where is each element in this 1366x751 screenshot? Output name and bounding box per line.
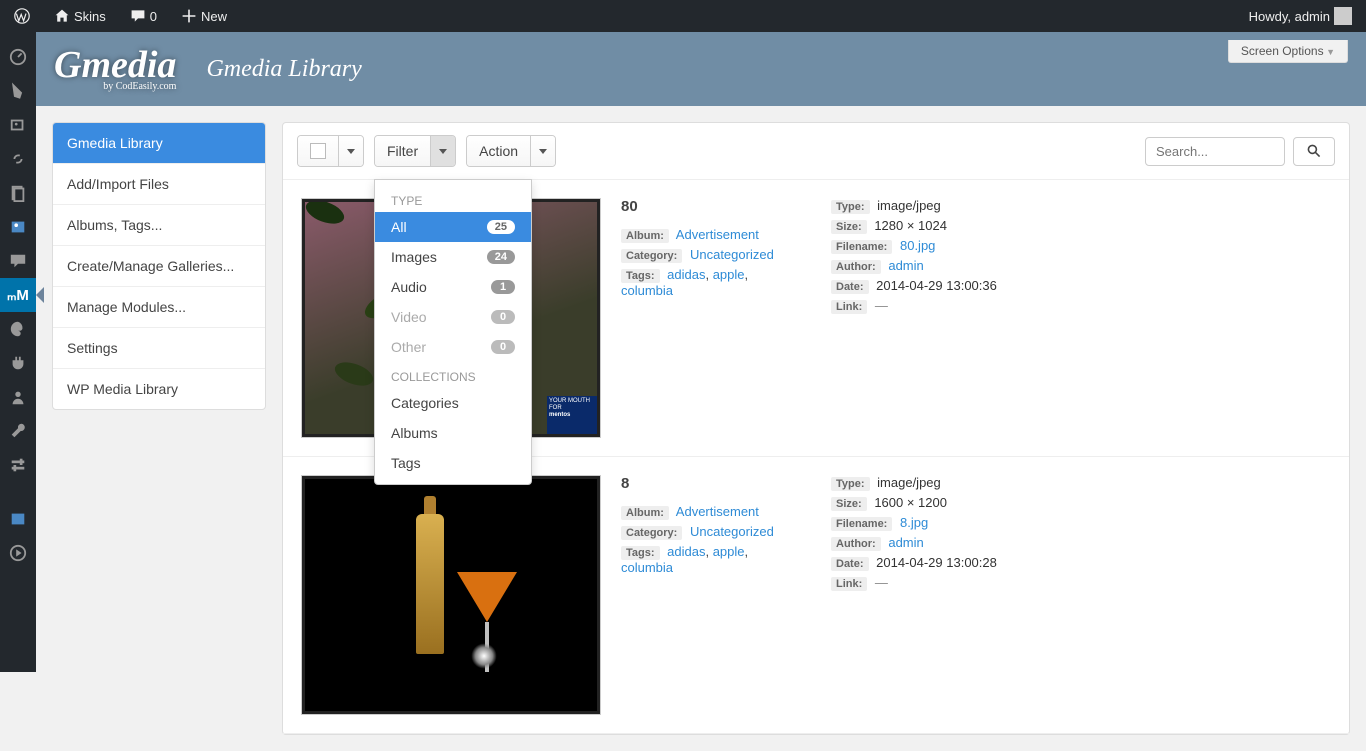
filter-type-header: TYPE — [375, 186, 531, 212]
menu-extra-gallery[interactable] — [0, 502, 36, 536]
menu-extra-play[interactable] — [0, 536, 36, 570]
wp-logo[interactable] — [8, 8, 36, 24]
filter-type-video[interactable]: Video0 — [375, 302, 531, 332]
menu-media[interactable] — [0, 108, 36, 142]
filter-type-images[interactable]: Images24 — [375, 242, 531, 272]
avatar — [1334, 7, 1352, 25]
item-tag-link[interactable]: adidas — [667, 267, 705, 282]
menu-gmedia[interactable]: ₘM — [0, 278, 36, 312]
site-name[interactable]: Skins — [48, 8, 112, 24]
item-title: 8 — [621, 475, 801, 492]
search-input[interactable] — [1145, 137, 1285, 166]
sidenav-settings[interactable]: Settings — [53, 328, 265, 369]
menu-dashboard[interactable] — [0, 40, 36, 74]
item-category-link[interactable]: Uncategorized — [690, 247, 774, 262]
menu-gallery[interactable] — [0, 210, 36, 244]
page-title: Gmedia Library — [206, 56, 361, 83]
screen-options-toggle[interactable]: Screen Options — [1228, 40, 1348, 63]
filter-collections-header: COLLECTIONS — [375, 362, 531, 388]
gmedia-header: Gmedia by CodEasily.com Gmedia Library S… — [36, 32, 1366, 106]
item-title: 80 — [621, 198, 801, 215]
admin-menu: ₘM — [0, 32, 36, 672]
item-author-link[interactable]: admin — [888, 258, 923, 273]
action-button-group: Action — [466, 135, 556, 167]
select-dropdown-toggle[interactable] — [339, 136, 363, 166]
item-album-link[interactable]: Advertisement — [676, 227, 759, 242]
filter-dropdown: TYPE All25 Images24 Audio1 Video0 Other0… — [374, 179, 532, 485]
search-button[interactable] — [1293, 137, 1335, 166]
sidenav-albums-tags[interactable]: Albums, Tags... — [53, 205, 265, 246]
menu-users[interactable] — [0, 380, 36, 414]
select-all-checkbox[interactable] — [298, 136, 339, 166]
filter-tags[interactable]: Tags — [375, 448, 531, 478]
action-dropdown-toggle[interactable] — [531, 136, 555, 166]
toolbar: Filter TYPE All25 Images24 Audio1 Video0… — [283, 123, 1349, 180]
menu-comments[interactable] — [0, 244, 36, 278]
sidenav-galleries[interactable]: Create/Manage Galleries... — [53, 246, 265, 287]
item-album-link[interactable]: Advertisement — [676, 504, 759, 519]
media-item: 8 Album: Advertisement Category: Uncateg… — [283, 457, 1349, 734]
item-tag-link[interactable]: columbia — [621, 560, 673, 575]
filter-categories[interactable]: Categories — [375, 388, 531, 418]
filter-button[interactable]: Filter — [375, 136, 431, 166]
menu-pages[interactable] — [0, 176, 36, 210]
main-panel: Filter TYPE All25 Images24 Audio1 Video0… — [282, 122, 1350, 735]
item-tag-link[interactable]: apple — [713, 267, 745, 282]
filter-type-audio[interactable]: Audio1 — [375, 272, 531, 302]
sidenav-import[interactable]: Add/Import Files — [53, 164, 265, 205]
filter-dropdown-toggle[interactable] — [431, 136, 455, 166]
item-category-link[interactable]: Uncategorized — [690, 524, 774, 539]
gmedia-sidenav: Gmedia Library Add/Import Files Albums, … — [52, 122, 266, 410]
menu-plugins[interactable] — [0, 346, 36, 380]
item-tag-link[interactable]: adidas — [667, 544, 705, 559]
howdy-user[interactable]: Howdy, admin — [1243, 7, 1358, 25]
wp-admin-bar: Skins 0 New Howdy, admin — [0, 0, 1366, 32]
gmedia-logo: Gmedia by CodEasily.com — [54, 46, 176, 92]
menu-links[interactable] — [0, 142, 36, 176]
item-tag-link[interactable]: apple — [713, 544, 745, 559]
item-filename-link[interactable]: 8.jpg — [900, 515, 928, 530]
menu-appearance[interactable] — [0, 312, 36, 346]
sidenav-modules[interactable]: Manage Modules... — [53, 287, 265, 328]
filter-type-all[interactable]: All25 — [375, 212, 531, 242]
item-author-link[interactable]: admin — [888, 535, 923, 550]
menu-tools[interactable] — [0, 414, 36, 448]
filter-albums[interactable]: Albums — [375, 418, 531, 448]
select-all-group — [297, 135, 364, 167]
sidenav-wpmedia[interactable]: WP Media Library — [53, 369, 265, 409]
filter-type-other[interactable]: Other0 — [375, 332, 531, 362]
item-thumbnail[interactable] — [301, 475, 601, 715]
menu-settings[interactable] — [0, 448, 36, 482]
comments-link[interactable]: 0 — [124, 8, 163, 24]
item-filename-link[interactable]: 80.jpg — [900, 238, 935, 253]
new-content[interactable]: New — [175, 8, 233, 24]
item-tag-link[interactable]: columbia — [621, 283, 673, 298]
menu-posts[interactable] — [0, 74, 36, 108]
filter-button-group: Filter — [374, 135, 456, 167]
action-button[interactable]: Action — [467, 136, 531, 166]
sidenav-library[interactable]: Gmedia Library — [53, 123, 265, 164]
